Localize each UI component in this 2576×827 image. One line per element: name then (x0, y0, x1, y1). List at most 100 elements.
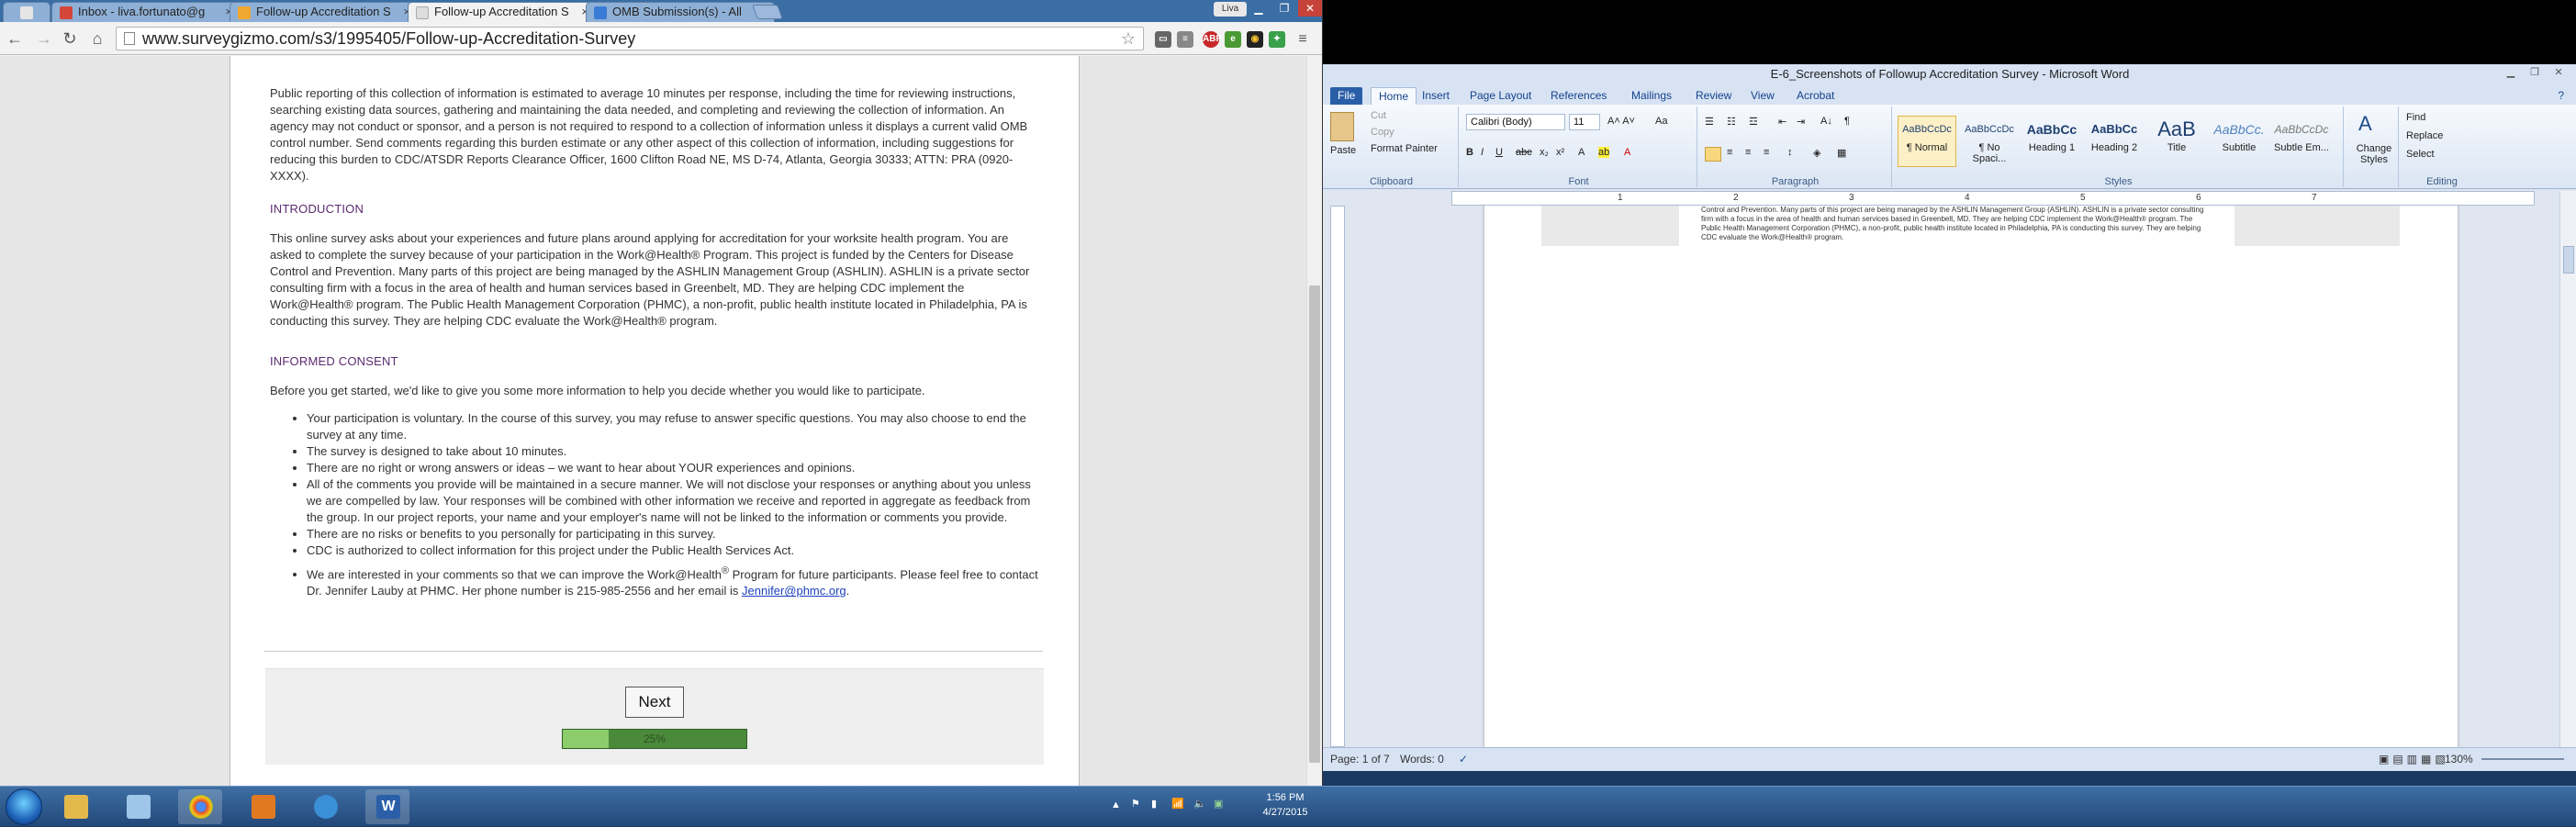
bookmark-star-icon[interactable]: ☆ (1121, 28, 1136, 50)
tab-home[interactable]: Home (1371, 87, 1417, 105)
browser-tab-active[interactable]: Follow-up Accreditation S × (408, 2, 597, 22)
word-restore-icon[interactable]: ❐ (2525, 66, 2545, 81)
word-close-icon[interactable]: ✕ (2548, 66, 2569, 81)
rss-icon[interactable]: ≡ (1177, 31, 1193, 48)
style-title[interactable]: AaB Title (2147, 116, 2206, 167)
page-info-icon[interactable] (124, 32, 135, 45)
select-button[interactable]: Select (2406, 149, 2435, 160)
change-styles-label[interactable]: Change Styles (2349, 143, 2399, 165)
decrease-indent-icon[interactable]: ⇤ (1778, 116, 1786, 128)
word-count[interactable]: Words: 0 (1400, 748, 1444, 770)
style-subtitle[interactable]: AaBbCc. Subtitle (2210, 116, 2268, 167)
show-hidden-icons[interactable]: ▲ (1111, 799, 1121, 810)
horizontal-ruler[interactable]: 1 2 3 4 5 6 7 (1451, 191, 2535, 206)
proofing-icon[interactable]: ✓ (1459, 748, 1468, 770)
user-badge[interactable]: Liva (1214, 2, 1247, 17)
taskbar-notepad[interactable] (116, 789, 160, 824)
taskbar-word[interactable]: W (365, 789, 409, 824)
font-size-box[interactable]: 11 (1569, 114, 1600, 130)
cast-icon[interactable]: ▭ (1155, 31, 1171, 48)
paste-button[interactable]: Paste (1330, 145, 1356, 156)
close-window-icon[interactable]: ✕ (1298, 0, 1322, 17)
browser-tab-pinned[interactable] (3, 2, 50, 22)
new-tab-button[interactable] (752, 5, 783, 19)
volume-icon[interactable]: 🔈 (1193, 798, 1206, 810)
reload-icon[interactable]: ↻ (59, 28, 81, 50)
bold-icon[interactable]: B (1466, 147, 1473, 158)
subscript-icon[interactable]: x₂ (1540, 147, 1549, 158)
scrollbar-thumb[interactable] (1309, 285, 1320, 763)
tab-mailings[interactable]: Mailings (1624, 87, 1679, 105)
extension-leaf-icon[interactable]: ✦ (1269, 31, 1285, 48)
taskbar-app-2[interactable] (303, 789, 347, 824)
forward-arrow-icon[interactable]: → (33, 28, 55, 50)
tab-insert[interactable]: Insert (1415, 87, 1457, 105)
tab-references[interactable]: References (1543, 87, 1614, 105)
replace-button[interactable]: Replace (2406, 130, 2443, 141)
line-spacing-icon[interactable]: ↕ (1787, 147, 1793, 158)
page-scrollbar[interactable] (1306, 56, 1322, 786)
battery-icon[interactable]: ▣ (1214, 798, 1223, 810)
next-button[interactable]: Next (625, 687, 684, 718)
multilevel-list-icon[interactable]: ☲ (1749, 116, 1758, 128)
cut-button[interactable]: Cut (1371, 110, 1386, 121)
extension-icon[interactable]: ◉ (1247, 31, 1263, 48)
word-minimize-icon[interactable]: ▁ (2501, 66, 2521, 81)
highlight-icon[interactable]: ab (1598, 147, 1610, 158)
format-painter-button[interactable]: Format Painter (1371, 143, 1438, 154)
align-right-icon[interactable]: ≡ (1745, 147, 1751, 158)
text-effects-icon[interactable]: A (1578, 147, 1585, 158)
zoom-slider[interactable] (2481, 758, 2564, 760)
align-center-icon[interactable]: ≡ (1727, 147, 1732, 158)
style-no-spacing[interactable]: AaBbCcDc ¶ No Spaci... (1960, 116, 2019, 167)
style-heading-2[interactable]: AaBbCc Heading 2 (2085, 116, 2144, 167)
minimize-icon[interactable]: ▁ (1247, 0, 1271, 17)
signal-icon[interactable]: 📶 (1171, 798, 1184, 810)
increase-indent-icon[interactable]: ⇥ (1797, 116, 1805, 128)
style-normal[interactable]: AaBbCcDc ¶ Normal (1898, 116, 1956, 167)
sort-icon[interactable]: A↓ (1820, 116, 1832, 127)
strikethrough-icon[interactable]: abc (1516, 147, 1532, 158)
show-formatting-icon[interactable]: ¶ (1844, 116, 1850, 127)
taskbar-chrome[interactable] (178, 789, 222, 824)
browser-tab-surveygizmo-1[interactable]: Follow-up Accreditation S × (230, 2, 419, 22)
shading-icon[interactable]: ◈ (1813, 147, 1820, 159)
change-styles-button[interactable] (2305, 106, 2342, 171)
chrome-menu-icon[interactable]: ≡ (1294, 31, 1311, 48)
vertical-ruler[interactable] (1330, 206, 1345, 747)
tab-review[interactable]: Review (1688, 87, 1739, 105)
align-left-icon[interactable] (1705, 147, 1721, 162)
font-color-icon[interactable]: A (1624, 147, 1630, 158)
word-scrollbar[interactable] (2559, 191, 2576, 747)
change-styles-icon[interactable]: A (2358, 112, 2372, 136)
clock[interactable]: 1:56 PM 4/27/2015 (1249, 790, 1322, 820)
grow-font-icon[interactable]: A˄ A˅ (1607, 116, 1635, 127)
zoom-level[interactable]: 130% (2445, 748, 2473, 770)
find-button[interactable]: Find (2406, 112, 2425, 123)
browser-tab-omb[interactable]: OMB Submission(s) - All × (586, 2, 775, 22)
numbering-icon[interactable]: ☷ (1727, 116, 1736, 128)
maximize-icon[interactable]: ❐ (1272, 0, 1296, 17)
taskbar-app[interactable] (241, 789, 285, 824)
italic-icon[interactable]: I (1481, 147, 1484, 158)
address-bar[interactable]: www.surveygizmo.com/s3/1995405/Follow-up… (116, 27, 1144, 50)
network-icon[interactable]: ▮ (1151, 798, 1157, 810)
scrollbar-thumb[interactable] (2563, 246, 2574, 274)
start-button[interactable] (6, 788, 42, 825)
taskbar-explorer[interactable] (53, 789, 97, 824)
tab-file[interactable]: File (1330, 87, 1363, 105)
style-heading-1[interactable]: AaBbCc Heading 1 (2022, 116, 2081, 167)
home-icon[interactable]: ⌂ (86, 28, 108, 50)
tab-page-layout[interactable]: Page Layout (1462, 87, 1539, 105)
document-page[interactable]: Control and Prevention. Many parts of th… (1484, 206, 2458, 747)
contact-email-link[interactable]: Jennifer@phmc.org (742, 584, 846, 598)
adblock-plus-icon[interactable]: ABP (1203, 31, 1222, 48)
view-buttons[interactable]: ▣▤▥▦▧ (2379, 748, 2449, 770)
underline-icon[interactable]: U (1495, 147, 1503, 158)
evernote-icon[interactable]: e (1225, 31, 1241, 48)
copy-button[interactable]: Copy (1371, 127, 1394, 138)
change-case-icon[interactable]: Aa (1655, 116, 1667, 127)
tab-view[interactable]: View (1743, 87, 1782, 105)
superscript-icon[interactable]: x² (1556, 147, 1564, 158)
borders-icon[interactable]: ▦ (1837, 147, 1846, 159)
